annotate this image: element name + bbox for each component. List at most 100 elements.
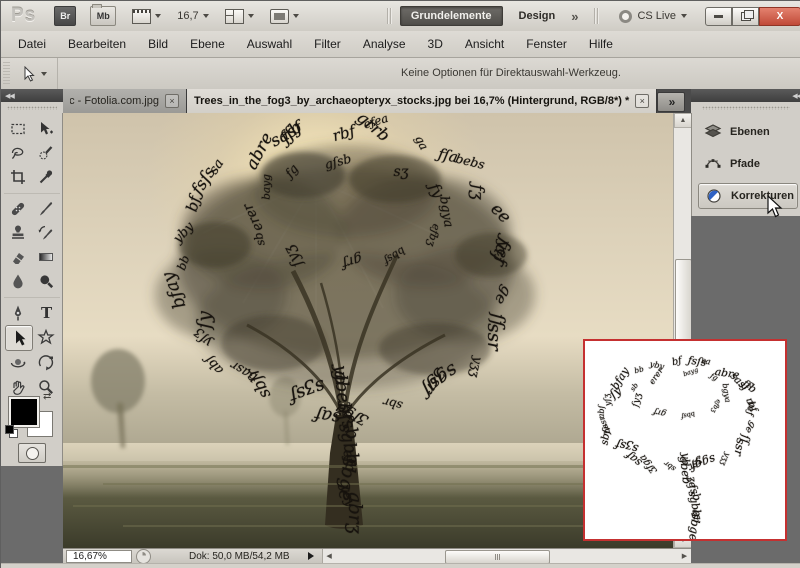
tools-collapse-button[interactable]: ◀◀ bbox=[1, 89, 67, 102]
menu-bar: Datei Bearbeiten Bild Ebene Auswahl Filter Ana… bbox=[1, 31, 800, 58]
calligraphy-swirl: sa bbox=[700, 355, 712, 367]
adjustments-icon bbox=[707, 189, 721, 203]
cs-live-dropdown[interactable]: CS Live bbox=[619, 9, 687, 23]
zoom-percent-field[interactable]: 16,67% bbox=[66, 549, 132, 563]
workspace-button-design[interactable]: Design bbox=[509, 7, 566, 25]
pen-tool[interactable] bbox=[5, 301, 31, 325]
panel-button-ebenen[interactable]: Ebenen bbox=[698, 119, 798, 145]
move-tool[interactable] bbox=[33, 117, 59, 141]
screen-mode-dropdown[interactable] bbox=[269, 8, 299, 24]
tab-label: Trees_in_the_fog3_by_archaeopteryx_stock… bbox=[194, 95, 630, 107]
type-icon: T bbox=[41, 304, 53, 322]
minimize-button[interactable] bbox=[705, 6, 732, 26]
launch-bridge-dropdown[interactable] bbox=[132, 8, 162, 24]
menu-ansicht[interactable]: Ansicht bbox=[454, 33, 515, 55]
custom-shape-tool[interactable] bbox=[33, 325, 59, 349]
quick-mask-icon bbox=[25, 446, 39, 460]
menu-hilfe[interactable]: Hilfe bbox=[578, 33, 624, 55]
status-bar: 16,67% Dok: 50,0 MB/54,2 MB ◀ ▶ bbox=[63, 548, 691, 564]
quick-selection-tool[interactable] bbox=[33, 141, 59, 165]
calligraphy-swirl: ſſ bbox=[737, 434, 754, 445]
menu-filter[interactable]: Filter bbox=[303, 33, 352, 55]
close-button[interactable]: X bbox=[759, 6, 800, 26]
view-extras-icon bbox=[224, 8, 244, 24]
tab-close-button[interactable]: × bbox=[165, 94, 179, 108]
collapse-left-icon: ◀◀ bbox=[792, 92, 800, 100]
window-bottom-edge bbox=[1, 563, 800, 568]
calligraphy-swirl: yʒʒ bbox=[718, 450, 732, 467]
status-options-arrow[interactable] bbox=[307, 552, 314, 560]
horizontal-scroll-thumb[interactable] bbox=[444, 549, 550, 564]
scroll-up-icon[interactable]: ▲ bbox=[674, 113, 692, 128]
view-extras-dropdown[interactable] bbox=[224, 8, 254, 24]
calligraphy-swirl: rbƒ bbox=[743, 396, 760, 414]
default-colors-icon[interactable] bbox=[5, 425, 18, 438]
calligraphy-swirl: ſyʒ bbox=[630, 392, 645, 408]
menu-fenster[interactable]: Fenster bbox=[515, 33, 578, 55]
status-proxy-icon[interactable] bbox=[136, 548, 151, 564]
chevron-down-icon bbox=[202, 14, 209, 18]
left-dock: T ⇄ bbox=[1, 113, 63, 563]
bridge-button[interactable]: Br bbox=[54, 6, 77, 26]
menu-datei[interactable]: Datei bbox=[7, 33, 57, 55]
clone-stamp-tool[interactable] bbox=[5, 221, 31, 245]
workspace-button-grundelemente[interactable]: Grundelemente bbox=[399, 6, 503, 26]
calligraphy-preview-panel: yeƒ ge ſſ ssr yʒʒ sggſ ʒsr sbr ʒƒga saƒ sʒsƒ sbſr ba… bbox=[583, 339, 787, 541]
scroll-left-icon[interactable]: ◀ bbox=[323, 549, 336, 564]
calligraphy-swirl: abre bbox=[713, 366, 740, 382]
zoom-level-dropdown[interactable]: 16,7 bbox=[177, 10, 209, 22]
scroll-right-icon[interactable]: ▶ bbox=[678, 549, 691, 564]
right-dock-grip[interactable] bbox=[691, 102, 800, 113]
layers-icon bbox=[704, 124, 722, 138]
svg-text:T: T bbox=[41, 304, 53, 322]
lasso-tool[interactable] bbox=[5, 141, 31, 165]
options-grip bbox=[3, 61, 10, 86]
mini-bridge-button[interactable]: Mb bbox=[90, 4, 117, 26]
menu-auswahl[interactable]: Auswahl bbox=[236, 33, 303, 55]
dodge-tool[interactable] bbox=[33, 269, 59, 293]
history-brush-tool[interactable] bbox=[33, 221, 59, 245]
menu-bild[interactable]: Bild bbox=[137, 33, 179, 55]
document-tab-1[interactable]: Trees_in_the_fog3_by_archaeopteryx_stock… bbox=[187, 89, 658, 113]
menu-3d[interactable]: 3D bbox=[417, 33, 454, 55]
tool-preset-picker[interactable] bbox=[10, 58, 58, 89]
restore-button[interactable] bbox=[732, 6, 759, 26]
menu-analyse[interactable]: Analyse bbox=[352, 33, 417, 55]
menu-ebene[interactable]: Ebene bbox=[179, 33, 236, 55]
quick-mask-button[interactable] bbox=[18, 443, 46, 463]
path-selection-tool[interactable] bbox=[5, 325, 33, 351]
calligraphy-swirl: ƒsb bbox=[685, 482, 704, 503]
calligraphy-swirl: sggſ bbox=[688, 451, 718, 474]
document-canvas[interactable]: yeƒ ge ſſ ssr yʒʒ sggſ ʒsr sbr ʒƒga saƒ sʒsƒ sbſr ba… bbox=[63, 113, 673, 548]
tab-overflow-button[interactable]: » bbox=[657, 92, 685, 112]
crop-tool[interactable] bbox=[5, 165, 31, 189]
document-tab-0[interactable]: c - Fotolia.com.jpg × bbox=[63, 89, 187, 113]
foreground-color-swatch[interactable] bbox=[8, 396, 40, 428]
gradient-tool[interactable] bbox=[33, 245, 59, 269]
calligraphy-swirl: eƒbʒ bbox=[709, 398, 723, 415]
color-swatches: ⇄ bbox=[5, 391, 57, 438]
spot-healing-tool[interactable] bbox=[5, 197, 31, 221]
calligraphy-swirl: ſy bbox=[606, 383, 625, 402]
tools-panel-grip[interactable] bbox=[1, 102, 63, 113]
tab-close-button[interactable]: × bbox=[635, 94, 650, 108]
rectangular-marquee-tool[interactable] bbox=[5, 117, 31, 141]
dock-collapse-button[interactable]: ◀◀ bbox=[691, 89, 800, 102]
workspace-overflow-button[interactable]: » bbox=[571, 9, 578, 24]
brush-tool[interactable] bbox=[33, 197, 59, 221]
3d-camera-rotate-tool[interactable] bbox=[33, 351, 59, 375]
type-tool[interactable]: T bbox=[33, 301, 59, 325]
calligraphy-swirl: ssr bbox=[731, 437, 749, 458]
swap-colors-icon[interactable]: ⇄ bbox=[43, 391, 51, 402]
options-message: Keine Optionen für Direktauswahl-Werkzeu… bbox=[401, 67, 621, 79]
menu-bearbeiten[interactable]: Bearbeiten bbox=[57, 33, 137, 55]
eyedropper-tool[interactable] bbox=[33, 165, 59, 189]
3d-object-rotate-tool[interactable] bbox=[5, 351, 31, 375]
chevron-down-icon bbox=[292, 14, 299, 18]
horizontal-scrollbar[interactable]: ◀ ▶ bbox=[321, 548, 691, 564]
panel-button-pfade[interactable]: Pfade bbox=[698, 151, 798, 177]
panel-label: Ebenen bbox=[730, 126, 770, 138]
blur-tool[interactable] bbox=[5, 269, 31, 293]
eraser-tool[interactable] bbox=[5, 245, 31, 269]
tree-photo bbox=[63, 113, 673, 548]
